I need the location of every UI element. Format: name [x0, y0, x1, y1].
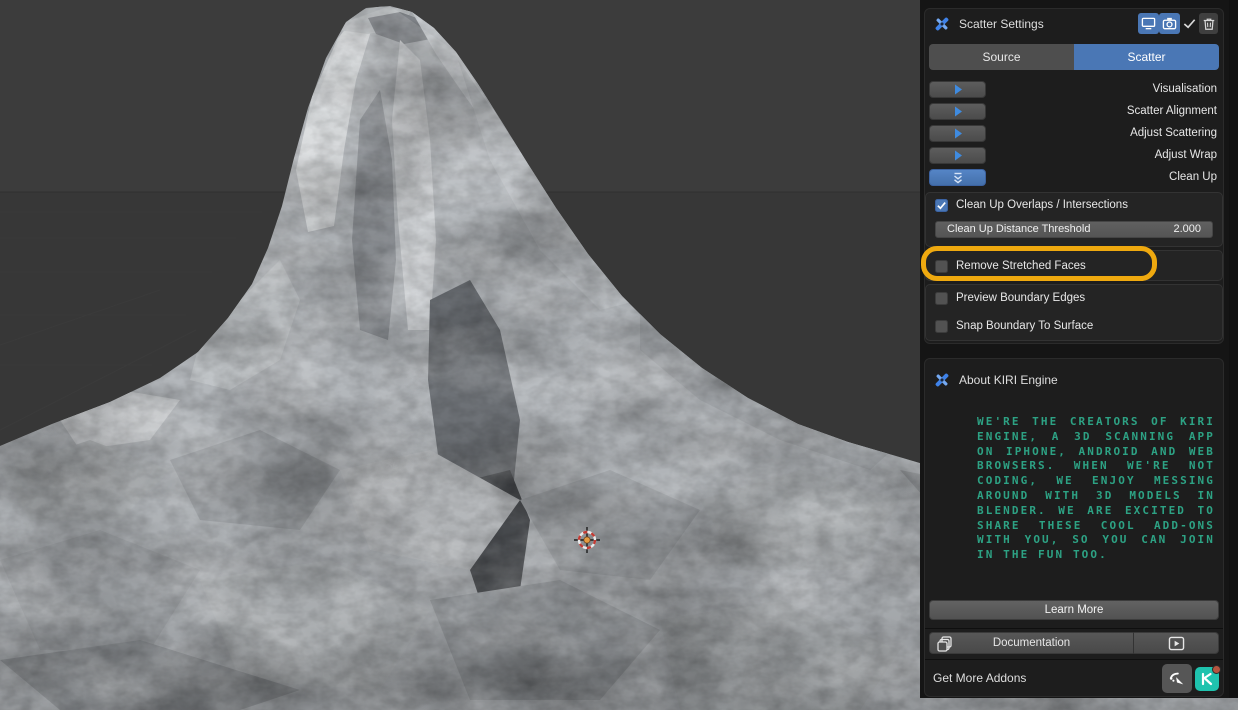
snap-boundary-label: Snap Boundary To Surface: [956, 320, 1093, 332]
check-icon: [936, 200, 947, 211]
tab-scatter[interactable]: Scatter: [1074, 44, 1219, 70]
sidebar-scrollbar[interactable]: [1229, 0, 1238, 698]
row-label: Visualisation: [1153, 81, 1217, 98]
play-icon: [950, 105, 966, 118]
monitor-icon: [1141, 16, 1156, 31]
camera-icon: [1162, 16, 1177, 31]
overlaps-checkbox[interactable]: [935, 199, 948, 212]
learn-more-button[interactable]: Learn More: [929, 600, 1219, 620]
show-in-render-button[interactable]: [1159, 13, 1180, 34]
snap-boundary-checkbox[interactable]: [935, 320, 948, 333]
row-label: Adjust Wrap: [1155, 147, 1217, 164]
video-play-icon: [1168, 636, 1185, 651]
video-tutorial-button[interactable]: [1133, 632, 1219, 654]
divider: [925, 628, 1223, 629]
source-scatter-tabs: Source Scatter: [929, 44, 1219, 70]
overlaps-checkbox-label: Clean Up Overlaps / Intersections: [956, 199, 1128, 211]
row-label: Scatter Alignment: [1127, 103, 1217, 120]
play-icon: [950, 149, 966, 162]
preview-boundary-edges-label: Preview Boundary Edges: [956, 292, 1085, 304]
clean-up-expand-button[interactable]: [929, 169, 986, 186]
pages-icon: [936, 635, 954, 653]
distance-threshold-slider[interactable]: Clean Up Distance Threshold 2.000: [935, 221, 1213, 238]
play-icon: [950, 83, 966, 96]
get-more-addons-label: Get More Addons: [933, 671, 1026, 685]
scatter-alignment-play-button[interactable]: [929, 103, 986, 120]
row-adjust-scattering: Adjust Scattering: [929, 125, 1219, 142]
scatter-panel-header[interactable]: Scatter Settings: [925, 9, 1223, 39]
panel-title: Scatter Settings: [959, 17, 1044, 31]
tab-source[interactable]: Source: [929, 44, 1074, 70]
documentation-button[interactable]: Documentation: [929, 632, 1133, 654]
blender-window: { "colors": { "accent_blue": "#4A77B5", …: [0, 0, 1238, 710]
check-icon: [1182, 16, 1197, 31]
get-more-addons-row: Get More Addons: [925, 660, 1223, 696]
row-adjust-wrap: Adjust Wrap: [929, 147, 1219, 164]
row-label: Clean Up: [1169, 169, 1217, 186]
about-panel-header[interactable]: About KIRI Engine: [925, 365, 1223, 395]
row-visualisation: Visualisation: [929, 81, 1219, 98]
row-label: Adjust Scattering: [1130, 125, 1217, 142]
remove-stretched-faces-label: Remove Stretched Faces: [956, 260, 1086, 272]
trash-icon: [1202, 17, 1216, 31]
remove-stretched-faces-checkbox[interactable]: [935, 260, 948, 273]
adjust-scattering-play-button[interactable]: [929, 125, 986, 142]
kiri-app-button[interactable]: [1195, 667, 1219, 691]
about-kiri-panel: About KIRI Engine WE'RE THE CREATORS OF …: [924, 358, 1224, 697]
cleanup-options-box: Clean Up Overlaps / Intersections Clean …: [925, 192, 1223, 247]
notification-dot: [1212, 665, 1221, 674]
panel-title: About KIRI Engine: [959, 373, 1058, 387]
boundary-options-box: Preview Boundary Edges Snap Boundary To …: [925, 284, 1223, 341]
row-scatter-alignment: Scatter Alignment: [929, 103, 1219, 120]
show-in-viewport-button[interactable]: [1138, 13, 1159, 34]
stretched-faces-box: Remove Stretched Faces: [925, 250, 1223, 281]
documentation-row: Documentation: [929, 632, 1219, 654]
kiri-logo-icon: [933, 371, 951, 389]
about-body-text: WE'RE THE CREATORS OF KIRI ENGINE, A 3D …: [977, 415, 1215, 563]
marketplace-button[interactable]: [1162, 664, 1192, 693]
documentation-label: Documentation: [993, 637, 1070, 649]
row-clean-up: Clean Up: [929, 169, 1219, 186]
adjust-wrap-play-button[interactable]: [929, 147, 986, 164]
delete-button[interactable]: [1199, 13, 1218, 34]
slider-value: 2.000: [1173, 222, 1201, 237]
slider-label: Clean Up Distance Threshold: [947, 222, 1090, 237]
double-chevron-down-icon: [950, 171, 966, 185]
scatter-settings-panel: Scatter Settings: [924, 8, 1224, 344]
kiri-logo-icon: [933, 15, 951, 33]
kiri-app-icon: [1200, 672, 1214, 686]
market-feather-icon: [1168, 670, 1186, 687]
cursor-3d-icon: [573, 526, 601, 554]
preview-boundary-edges-checkbox[interactable]: [935, 292, 948, 305]
n-panel-sidebar: Scatter Settings: [920, 0, 1238, 698]
apply-button[interactable]: [1180, 13, 1199, 34]
play-icon: [950, 127, 966, 140]
visualisation-play-button[interactable]: [929, 81, 986, 98]
